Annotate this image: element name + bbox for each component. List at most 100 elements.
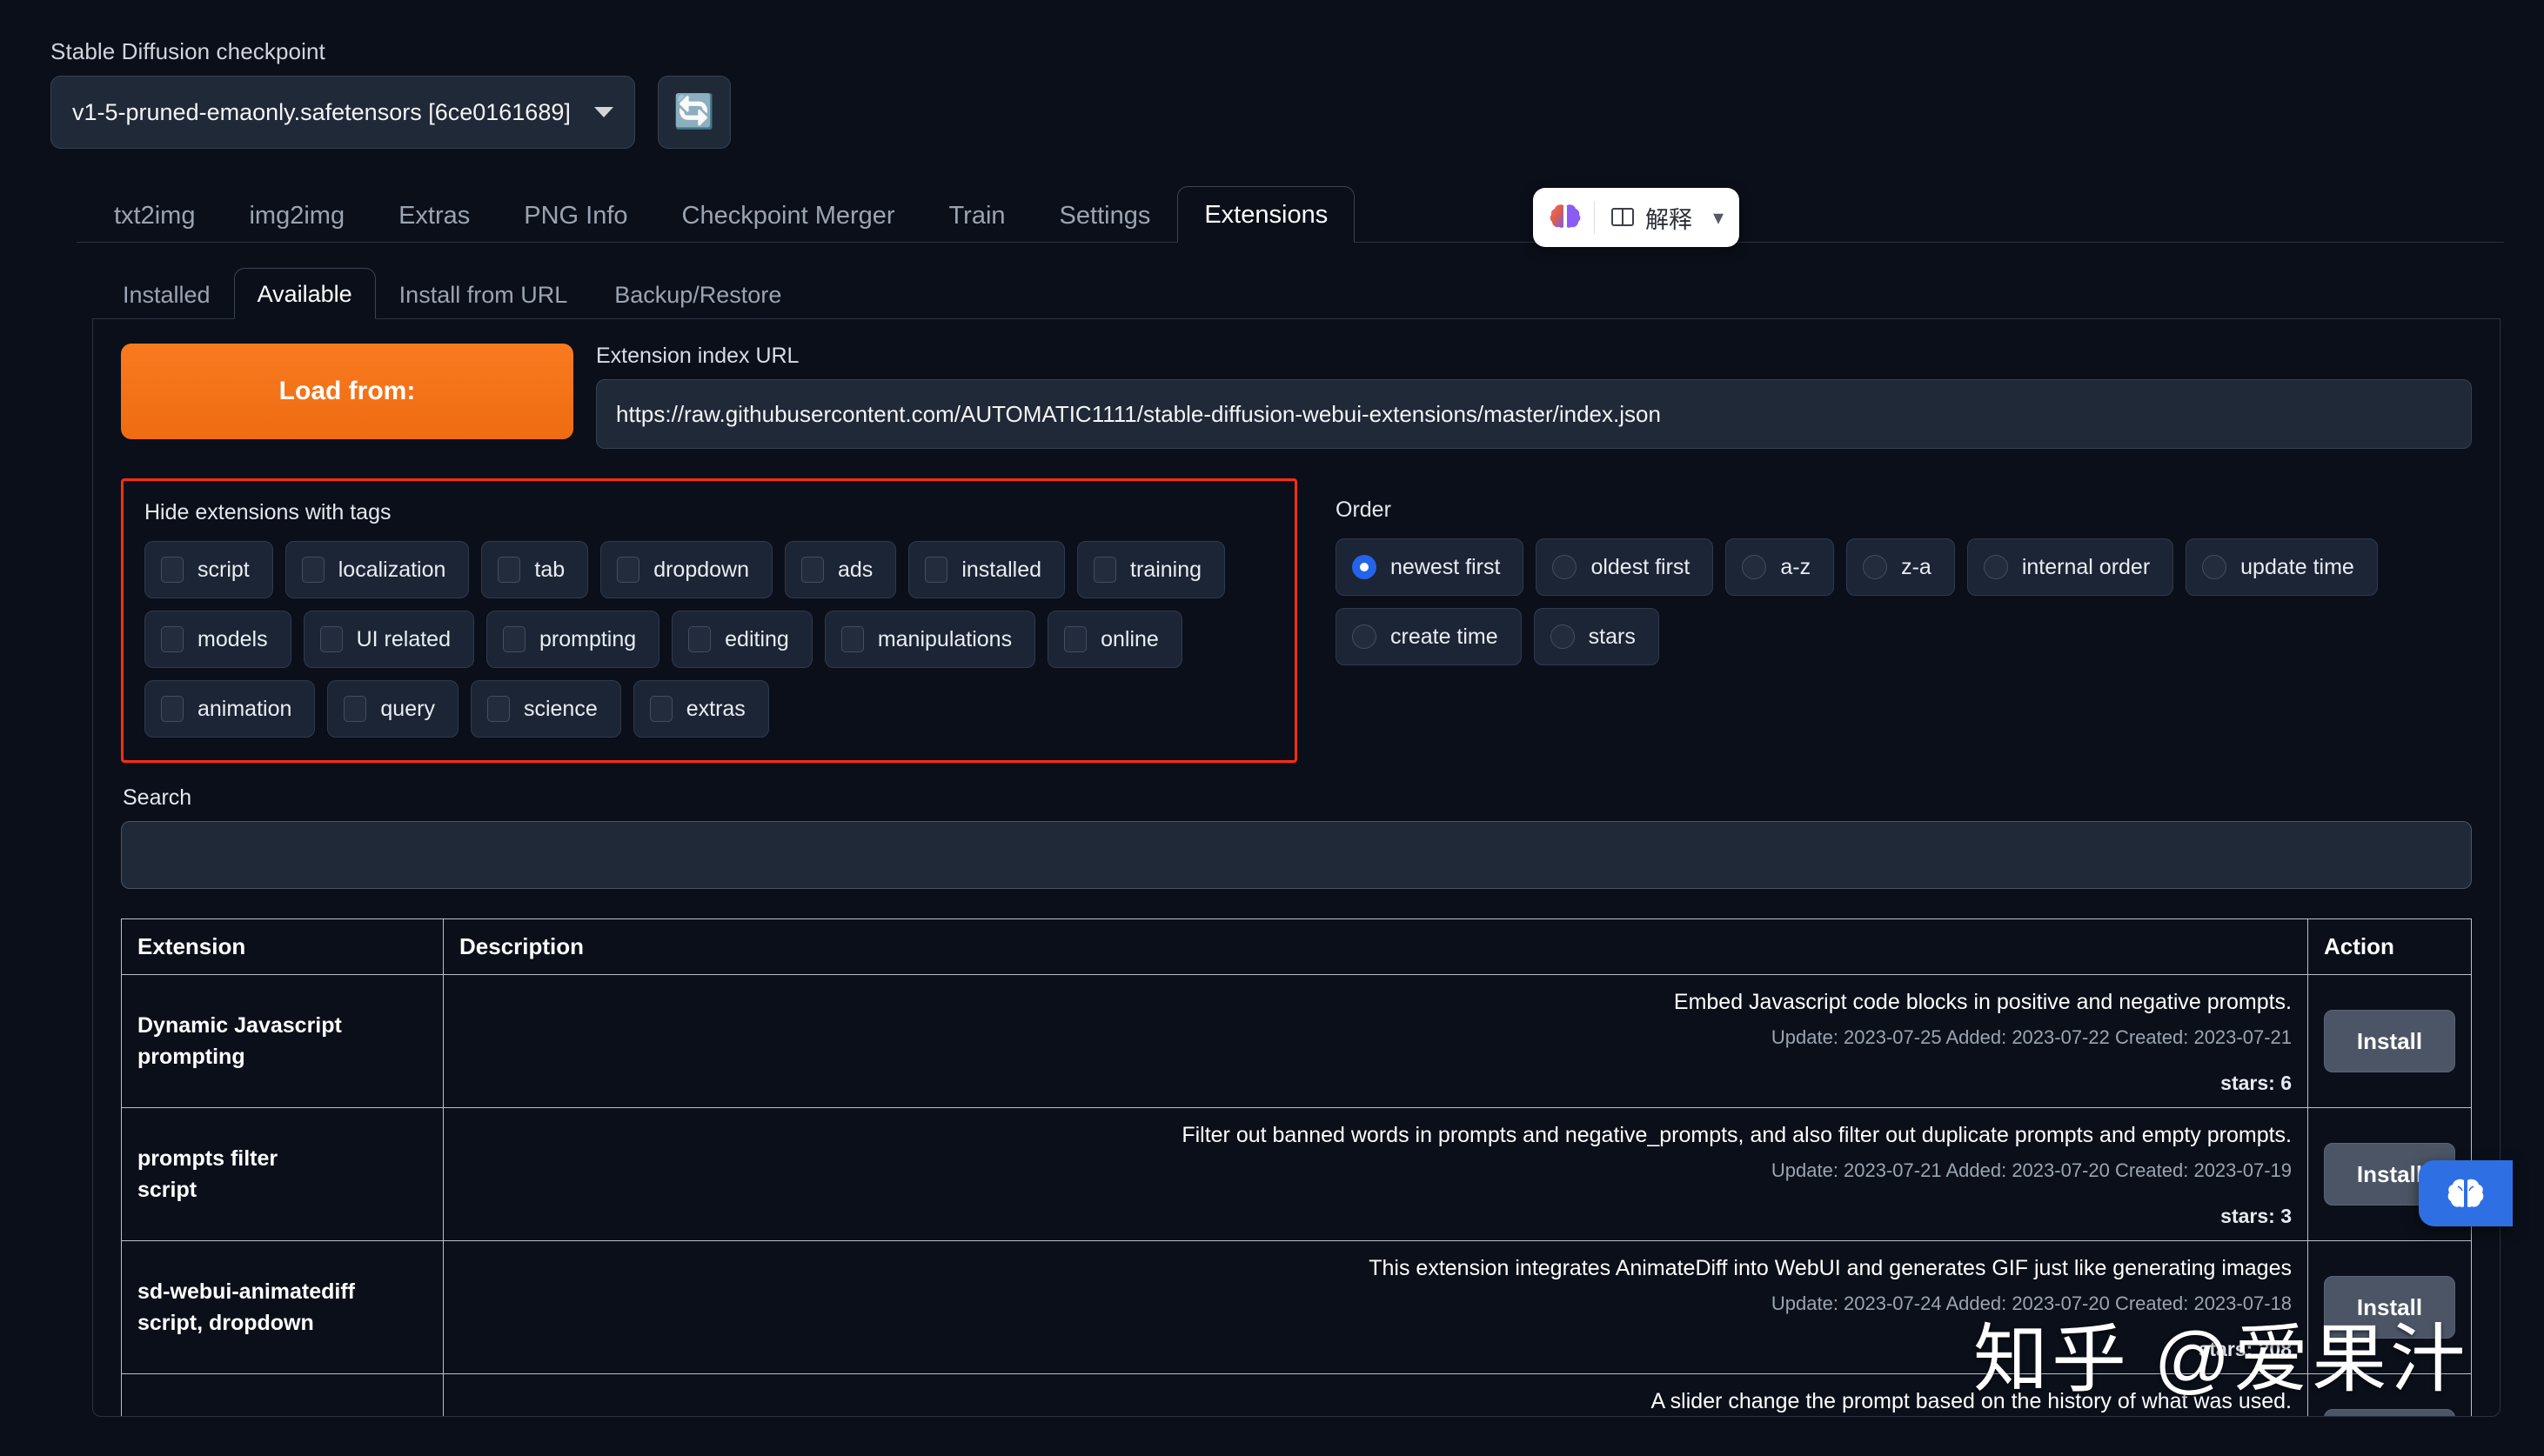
action-cell: Install [2307,1240,2472,1374]
refresh-checkpoints-button[interactable]: 🔄 [658,76,731,149]
extension-dates: Update: 2023-07-24 Added: 2023-07-20 Cre… [1771,1292,2292,1314]
checkpoint-row: v1-5-pruned-emaonly.safetensors [6ce0161… [50,76,2509,149]
tag-checkbox-dropdown[interactable]: dropdown [600,541,773,598]
chevron-down-icon [594,107,613,117]
tag-checkbox-tab[interactable]: tab [481,541,589,598]
extension-dates: Update: 2023-07-25 Added: 2023-07-22 Cre… [1771,1026,2292,1048]
extension-tags: prompting [137,1045,245,1069]
tag-checkbox-ui-related[interactable]: UI related [303,611,474,668]
tag-label: script [197,557,250,582]
order-label-text: oldest first [1590,554,1690,579]
extension-stars: stars: 6 [2220,1072,2292,1094]
tag-checkbox-manipulations[interactable]: manipulations [824,611,1036,668]
extension-cell: sd-history-slider UI related [121,1373,444,1416]
order-label-text: internal order [2021,554,2151,579]
tab-settings[interactable]: Settings [1033,187,1178,243]
extension-index-url-group: Extension index URL https://raw.githubus… [596,344,2472,449]
extension-description: A slider change the prompt based on the … [1650,1389,2292,1413]
tag-checkbox-ads[interactable]: ads [785,541,897,598]
radio-icon [1863,555,1888,579]
order-radio-a-z[interactable]: a-z [1725,538,1835,596]
tag-label: UI related [356,626,451,651]
order-radio-z-a[interactable]: z-a [1846,538,1955,596]
tab-txt2img[interactable]: txt2img [87,187,222,243]
checkbox-icon [502,626,526,652]
filters-row: Hide extensions with tags script localiz… [121,478,2472,763]
column-header-description: Description [443,918,2308,975]
tab-img2img[interactable]: img2img [222,187,372,243]
tag-checkbox-editing[interactable]: editing [672,611,813,668]
tag-checkbox-installed[interactable]: installed [908,541,1066,598]
translate-widget[interactable]: 解释 ▾ [1533,188,1740,247]
order-radio-internal-order[interactable]: internal order [1966,538,2174,596]
extension-tags: script [137,1178,197,1202]
table-row: prompts filter script Filter out banned … [121,1107,2472,1241]
load-from-button[interactable]: Load from: [121,344,573,439]
tag-checkbox-science[interactable]: science [470,680,621,738]
tag-checkbox-extras[interactable]: extras [633,680,769,738]
radio-icon [1742,555,1767,579]
tag-checkbox-query[interactable]: query [327,680,459,738]
order-radio-newest-first[interactable]: newest first [1336,538,1524,596]
extension-stars: stars: 3 [2220,1205,2292,1227]
tab-extensions[interactable]: Extensions [1177,186,1356,243]
install-button[interactable]: Install [2324,1276,2455,1339]
order-label-text: a-z [1780,554,1811,579]
subtab-available[interactable]: Available [233,268,376,319]
extension-index-url-input[interactable]: https://raw.githubusercontent.com/AUTOMA… [596,379,2472,449]
extension-name: sd-history-slider [137,1409,427,1416]
floating-brain-button[interactable] [2419,1160,2513,1226]
order-radio-update-time[interactable]: update time [2186,538,2378,596]
hide-tags-label: Hide extensions with tags [144,500,392,524]
install-button[interactable]: Install [2324,1409,2455,1416]
order-label-text: z-a [1901,554,1931,579]
radio-icon [1352,624,1376,649]
radio-icon [2202,555,2227,579]
search-label: Search [123,785,192,810]
tag-label: science [523,696,598,721]
extension-cell: prompts filter script [121,1107,444,1241]
subtab-backup-restore[interactable]: Backup/Restore [591,269,805,319]
checkbox-icon [486,696,510,722]
tag-checkbox-models[interactable]: models [144,611,291,668]
description-cell: A slider change the prompt based on the … [443,1373,2308,1416]
subtab-installed[interactable]: Installed [99,269,234,319]
checkbox-icon [498,557,521,583]
order-panel: Order newest first oldest first a-z z-a … [1336,478,2472,763]
tag-label: training [1130,557,1202,582]
checkbox-icon [840,626,864,652]
checkpoint-select[interactable]: v1-5-pruned-emaonly.safetensors [6ce0161… [50,76,635,149]
install-button[interactable]: Install [2324,1010,2455,1072]
checkbox-icon [617,557,640,583]
checkbox-icon [161,557,184,583]
tag-checkbox-animation[interactable]: animation [144,680,316,738]
brain-icon [2447,1179,2484,1207]
extensions-table-wrap: Extension Description Action Dynamic Jav… [121,918,2472,1416]
tag-checkbox-localization[interactable]: localization [285,541,470,598]
extension-description: This extension integrates AnimateDiff in… [1369,1256,2292,1280]
tag-checkbox-group: script localization tab dropdown ads ins… [144,541,1274,738]
description-cell: This extension integrates AnimateDiff in… [443,1240,2308,1374]
tab-train[interactable]: Train [922,187,1033,243]
tag-checkbox-training[interactable]: training [1077,541,1226,598]
tag-checkbox-prompting[interactable]: prompting [485,611,660,668]
radio-icon [1550,624,1575,649]
tab-png-info[interactable]: PNG Info [497,187,654,243]
order-radio-oldest-first[interactable]: oldest first [1536,538,1714,596]
tab-checkpoint-merger[interactable]: Checkpoint Merger [655,187,922,243]
extensions-table: Extension Description Action Dynamic Jav… [121,918,2472,1416]
subtab-install-from-url[interactable]: Install from URL [376,269,592,319]
checkbox-icon [925,557,948,583]
translate-explain-button[interactable]: 解释 [1595,201,1708,235]
checkbox-icon [161,696,184,722]
search-input[interactable] [121,821,2472,889]
tag-checkbox-online[interactable]: online [1048,611,1182,668]
radio-icon [1352,555,1376,579]
order-radio-stars[interactable]: stars [1533,608,1659,665]
tag-label: dropdown [653,557,749,582]
chevron-down-icon[interactable]: ▾ [1708,205,1739,230]
tag-checkbox-script[interactable]: script [144,541,273,598]
extension-name: Dynamic Javascript [137,1012,342,1038]
order-radio-create-time[interactable]: create time [1336,608,1522,665]
tab-extras[interactable]: Extras [372,187,497,243]
